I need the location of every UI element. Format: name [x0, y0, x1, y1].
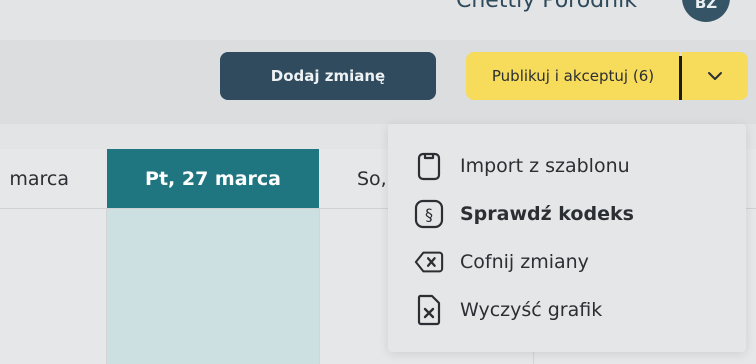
clipboard-icon — [414, 151, 444, 181]
top-bar: Chettly Porodnik BZ — [0, 0, 756, 40]
menu-item-label: Cofnij zmiany — [460, 251, 589, 273]
column-divider — [106, 209, 107, 364]
file-x-icon — [414, 294, 444, 326]
publish-menu-toggle[interactable] — [682, 52, 748, 100]
menu-item-import-template[interactable]: Import z szablonu — [414, 146, 734, 186]
backspace-icon — [414, 247, 444, 277]
day-header-thursday[interactable]: marca — [0, 149, 107, 209]
add-shift-button[interactable]: Dodaj zmianę — [220, 52, 436, 100]
paragraph-icon: § — [414, 199, 444, 229]
svg-text:§: § — [425, 205, 433, 224]
user-name[interactable]: Chettly Porodnik — [456, 0, 637, 13]
day-header-friday-today[interactable]: Pt, 27 marca — [107, 149, 319, 209]
menu-item-label: Import z szablonu — [460, 155, 630, 177]
avatar[interactable]: BZ — [682, 0, 730, 22]
column-divider — [319, 209, 320, 364]
menu-item-label: Sprawdź kodeks — [460, 203, 634, 225]
menu-item-check-code[interactable]: § Sprawdź kodeks — [414, 194, 734, 234]
menu-item-label: Wyczyść grafik — [460, 299, 603, 321]
chevron-down-icon — [708, 72, 722, 80]
menu-item-undo-changes[interactable]: Cofnij zmiany — [414, 242, 734, 282]
menu-item-clear-schedule[interactable]: Wyczyść grafik — [414, 290, 734, 330]
today-column[interactable] — [107, 209, 319, 364]
day-header-saturday[interactable]: So, — [319, 149, 389, 209]
publish-accept-button[interactable]: Publikuj i akceptuj (6) — [466, 52, 680, 100]
publish-dropdown-menu: Import z szablonu § Sprawdź kodeks Cofni… — [388, 124, 746, 352]
